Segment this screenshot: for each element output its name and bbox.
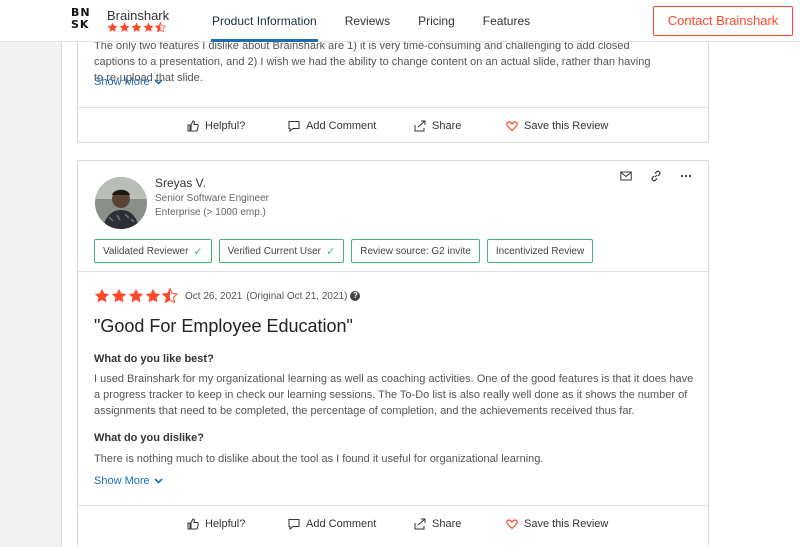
show-more-label: Show More [94,475,150,487]
share-label: Share [432,119,462,132]
question-icon[interactable]: ? [350,291,361,301]
star-icon [143,22,154,32]
thumbs-up-icon [187,119,199,131]
contact-brainshark-button[interactable]: Contact Brainshark [653,6,793,36]
share-button[interactable]: Share [414,518,461,530]
like-text: I used Brainshark for my organizational … [94,373,694,417]
review-date: Oct 26, 2021 [185,290,243,302]
badge-review-source: Review source: G2 invite [351,239,480,263]
star-icon [94,288,110,303]
star-icon [107,22,118,32]
badge-label: Incentivized Review [495,245,585,257]
divider [78,271,708,272]
badge-verified-current-user: Verified Current User ✓ [218,239,345,263]
thumbs-up-icon [187,517,199,529]
save-review-label: Save this Review [524,517,609,530]
chevron-down-icon [154,79,163,85]
show-more-link[interactable]: Show More [94,76,163,88]
tab-pricing[interactable]: Pricing [404,0,469,42]
badge-incentivized-review: Incentivized Review [486,239,594,263]
link-icon[interactable] [650,169,662,182]
more-icon[interactable] [680,169,692,181]
chevron-down-icon [154,478,163,484]
star-icon [145,288,161,303]
review-badges: Validated Reviewer ✓ Verified Current Us… [94,239,594,263]
tab-features[interactable]: Features [469,0,544,42]
product-nav: Product Information Reviews Pricing Feat… [198,0,544,42]
show-more-link[interactable]: Show More [94,475,163,487]
add-comment-button[interactable]: Add Comment [288,518,376,530]
check-icon: ✓ [326,245,336,258]
share-icon [414,120,426,131]
like-heading: What do you like best? [94,353,214,365]
helpful-label: Helpful? [205,517,246,530]
star-icon [128,288,144,303]
brand-name[interactable]: Brainshark [107,8,169,23]
save-review-button[interactable]: Save this Review [506,120,608,132]
half-star-icon [162,288,178,304]
heart-icon [506,518,518,529]
review-actions: Helpful? Add Comment Share Save this Rev… [78,107,708,143]
tab-product-information[interactable]: Product Information [198,0,331,42]
half-star-icon [155,22,166,33]
comment-icon [288,120,300,132]
company-size: Enterprise (> 1000 emp.) [155,207,266,218]
dislike-text: There is nothing much to dislike about t… [94,453,544,465]
top-navigation-bar: BN SK Brainshark Product Information Revi… [0,0,800,42]
reviewer-title: Senior Software Engineer [155,193,269,204]
badge-label: Verified Current User [227,245,322,257]
review-actions: Helpful? Add Comment Share Save this Rev… [78,505,708,541]
tab-reviews[interactable]: Reviews [331,0,404,42]
share-button[interactable]: Share [414,120,461,132]
comment-icon [288,518,300,530]
brainshark-logo[interactable]: BN SK [71,7,97,33]
save-review-button[interactable]: Save this Review [506,518,608,530]
star-icon [111,288,127,303]
review-dislike-text: The only two features I dislike about Br… [94,40,651,84]
helpful-label: Helpful? [205,119,246,132]
original-date: (Original Oct 21, 2021) [246,290,348,302]
add-comment-button[interactable]: Add Comment [288,120,376,132]
check-icon: ✓ [193,245,203,258]
add-comment-label: Add Comment [306,517,377,530]
reviewer-name: Sreyas V. [155,176,206,190]
badge-validated-reviewer: Validated Reviewer ✓ [94,239,212,263]
review-title: "Good For Employee Education" [94,316,353,336]
dislike-heading: What do you dislike? [94,432,205,444]
star-icon [119,22,130,32]
review-top-icons [620,169,692,182]
save-review-label: Save this Review [524,119,609,132]
add-comment-label: Add Comment [306,119,377,132]
review-card: Sreyas V. Senior Software Engineer Enter… [77,160,709,547]
brand-rating [107,22,167,33]
star-icon [131,22,142,32]
badge-label: Review source: G2 invite [360,245,471,257]
share-icon [414,518,426,529]
helpful-button[interactable]: Helpful? [187,120,245,132]
show-more-label: Show More [94,76,150,88]
badge-label: Validated Reviewer [103,245,189,257]
helpful-button[interactable]: Helpful? [187,518,245,530]
share-label: Share [432,517,462,530]
avatar [95,177,147,229]
review-rating: Oct 26, 2021 (Original Oct 21, 2021) ? [94,288,361,304]
heart-icon [506,120,518,131]
mail-icon[interactable] [620,169,632,181]
